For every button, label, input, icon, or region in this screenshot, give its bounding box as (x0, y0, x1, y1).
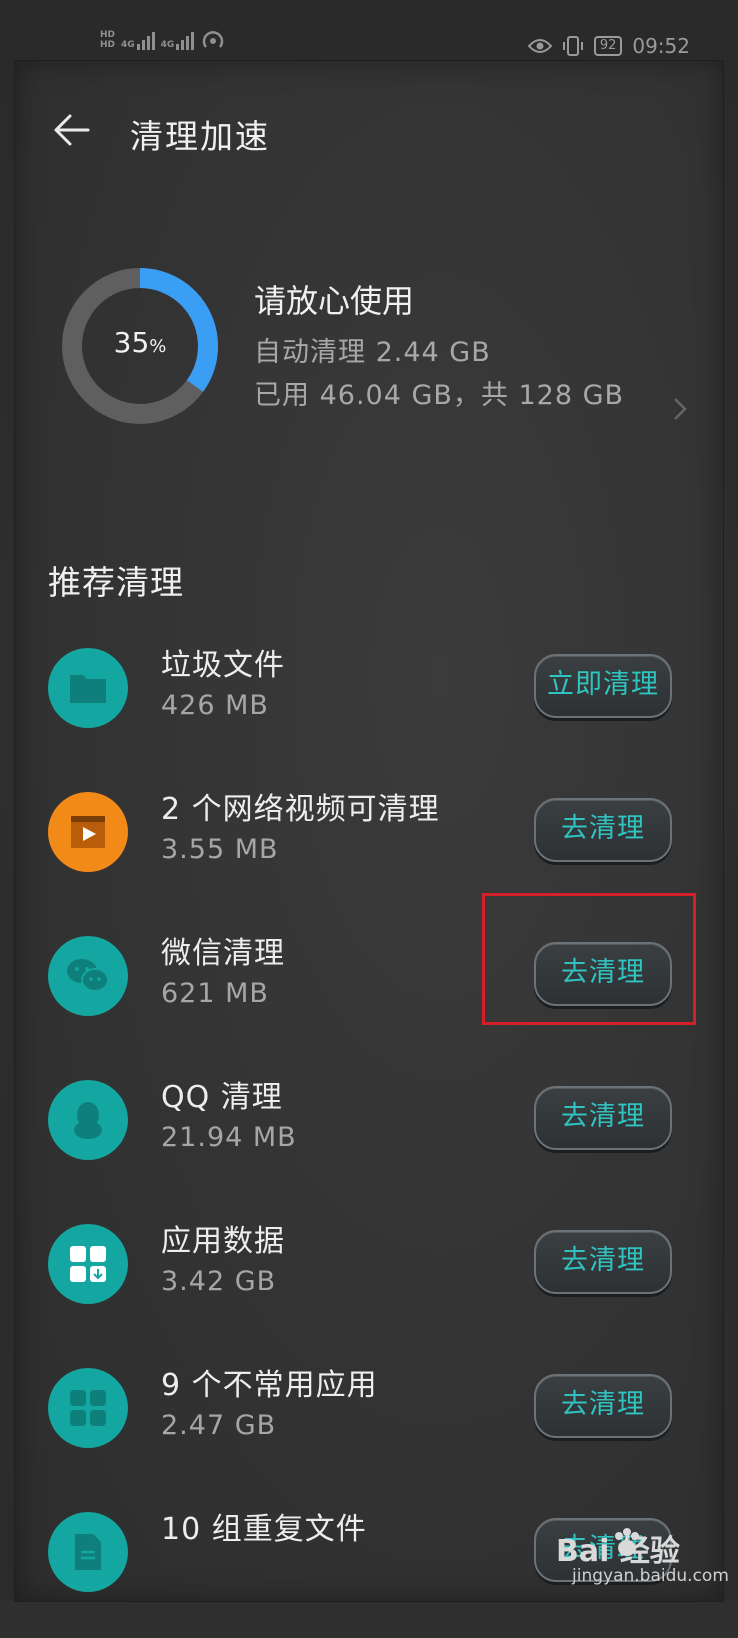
storage-status-title: 请放心使用 (254, 282, 415, 320)
annotation-highlight-box (482, 893, 696, 1025)
item-name: 微信清理 (161, 936, 285, 971)
hd-label: HD (100, 40, 116, 50)
duplicate-file-icon (48, 1512, 128, 1592)
item-name: QQ 清理 (161, 1080, 283, 1115)
item-name: 9 个不常用应用 (161, 1368, 378, 1403)
go-clean-button[interactable]: 去清理 (534, 1230, 672, 1294)
watermark-url: jingyan.baidu.com (572, 1566, 729, 1586)
vibrate-icon (562, 36, 583, 56)
page-title: 清理加速 (130, 117, 270, 156)
eye-icon (527, 39, 552, 53)
storage-percent: 35% (60, 326, 220, 359)
section-title-recommended: 推荐清理 (48, 563, 184, 602)
app-data-icon (48, 1224, 128, 1304)
item-name: 10 组重复文件 (161, 1512, 367, 1547)
go-clean-button[interactable]: 去清理 (534, 1374, 672, 1438)
signal-icon: 4G (161, 28, 195, 50)
watermark-main: Bai 经验 (556, 1534, 680, 1569)
baidu-watermark: Bai 经验 jingyan.baidu.com (548, 1522, 738, 1600)
go-clean-button[interactable]: 去清理 (534, 798, 672, 862)
folder-icon (48, 648, 128, 728)
item-size: 426 MB (161, 690, 269, 721)
back-arrow-icon[interactable] (52, 110, 92, 150)
hotspot-icon (203, 31, 224, 48)
storage-percent-value: 35 (113, 326, 150, 359)
time-label: 09:52 (632, 34, 690, 58)
item-size: 3.55 MB (161, 834, 279, 865)
signal-icon: 4G (121, 28, 155, 50)
status-right: 92 09:52 (527, 34, 690, 58)
item-size: 21.94 MB (161, 1122, 297, 1153)
item-size: 2.47 GB (161, 1410, 277, 1441)
chevron-right-icon[interactable] (672, 396, 688, 422)
wechat-icon (48, 936, 128, 1016)
status-bar: HD HD 4G 4G 92 09:52 (0, 0, 738, 60)
list-item[interactable]: 应用数据 3.42 GB 去清理 (0, 1210, 738, 1350)
go-clean-button[interactable]: 去清理 (534, 1086, 672, 1150)
auto-clean-info: 自动清理 2.44 GB (254, 337, 491, 368)
battery-indicator: 92 (593, 36, 623, 56)
storage-usage-info: 已用 46.04 GB，共 128 GB (254, 380, 625, 411)
hd-label: HD (100, 30, 116, 40)
item-size: 621 MB (161, 978, 269, 1009)
list-item[interactable]: 9 个不常用应用 2.47 GB 去清理 (0, 1354, 738, 1494)
item-size: 3.42 GB (161, 1266, 277, 1297)
video-icon (48, 792, 128, 872)
clean-now-button[interactable]: 立即清理 (534, 654, 672, 718)
item-name: 垃圾文件 (161, 648, 285, 683)
list-item[interactable]: 垃圾文件 426 MB 立即清理 (0, 634, 738, 774)
list-item[interactable]: QQ 清理 21.94 MB 去清理 (0, 1066, 738, 1206)
item-name: 应用数据 (161, 1224, 285, 1259)
status-left: HD HD 4G 4G (100, 28, 226, 50)
network-type-label: 4G (121, 40, 135, 50)
qq-icon (48, 1080, 128, 1160)
storage-percent-unit: % (149, 336, 167, 357)
hd-indicators: HD HD (100, 30, 115, 50)
network-type-label: 4G (160, 40, 175, 50)
apps-grid-icon (48, 1368, 128, 1448)
item-name: 2 个网络视频可清理 (161, 792, 440, 827)
